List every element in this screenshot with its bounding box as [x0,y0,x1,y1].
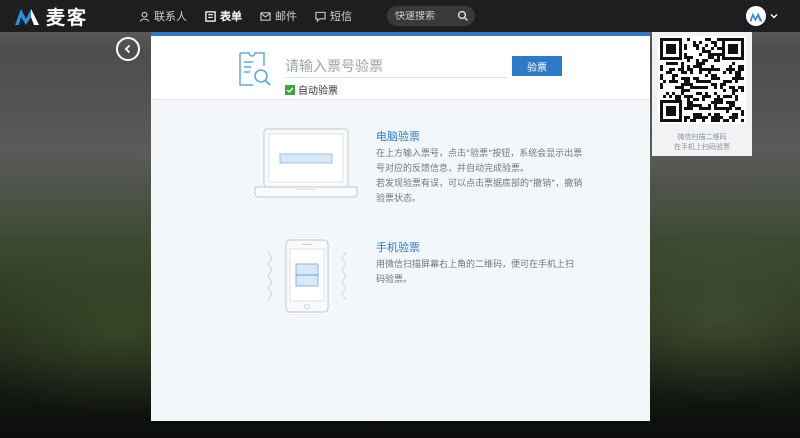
qr-code-card: 微信扫描二维码 在手机上扫码验票 [652,32,752,156]
form-icon [205,10,216,22]
chevron-left-icon [124,44,131,54]
check-icon [286,87,294,93]
qr-caption-line: 在手机上扫码验票 [674,143,730,151]
pc-verify-line: 号对应的反馈信息，并自动完成验票。 [376,164,530,174]
pc-verify-title: 电脑验票 [376,130,420,143]
pc-verify-line: 验票状态。 [376,194,422,204]
top-navigation-bar: 麦客 联系人 表单 邮件 短信 快速搜索 [0,0,800,32]
nav-item-contacts[interactable]: 联系人 [130,0,196,32]
user-icon [139,11,150,22]
brand-logo[interactable]: 麦客 [14,3,114,30]
mobile-verify-line: 码验票。 [376,275,413,285]
laptop-icon [254,128,358,198]
ticket-number-input[interactable] [285,56,507,78]
avatar-logo-icon [749,12,763,21]
verify-header: 验票 自动验票 [151,36,650,100]
nav-item-mail[interactable]: 邮件 [251,0,306,32]
qr-caption-line: 微信扫描二维码 [677,133,727,141]
back-button[interactable] [116,37,140,61]
user-menu[interactable] [746,6,778,26]
mobile-verify-description: 用微信扫描屏幕右上角的二维码，便可在手机上扫 码验票。 [376,258,606,288]
nav-item-forms[interactable]: 表单 [196,0,251,32]
quick-search [387,6,475,26]
chevron-down-icon[interactable] [770,12,778,20]
pc-verify-line: 在上方输入票号，点击"验票"按钮，系统会显示出票 [376,149,583,159]
avatar[interactable] [746,6,766,26]
auto-verify-option[interactable]: 自动验票 [285,82,338,97]
pc-verify-line: 若发现验票有误，可以点击票据底部的"撤销"，撤销 [376,179,583,189]
mail-icon [260,11,271,21]
brand-name: 麦客 [46,6,89,29]
nav-item-sms[interactable]: 短信 [306,0,361,32]
nav-item-label: 短信 [330,10,352,23]
auto-verify-label: 自动验票 [298,86,338,97]
message-icon [315,11,326,22]
search-icon[interactable] [457,10,469,22]
mobile-verify-line: 用微信扫描屏幕右上角的二维码，便可在手机上扫 [376,260,575,270]
ticket-verify-panel: 验票 自动验票 电脑验票 在上方输入票号，点击"验票"按钮，系统会显示出票 号对… [151,32,650,421]
nav-item-label: 邮件 [275,10,297,23]
search-input[interactable] [395,10,451,22]
logo-mark-icon [15,9,39,25]
main-nav: 联系人 表单 邮件 短信 [130,0,361,32]
nav-item-label: 表单 [220,10,242,23]
auto-verify-checkbox[interactable] [285,84,295,95]
mobile-verify-title: 手机验票 [376,241,420,254]
ticket-search-icon [239,52,271,86]
phone-scan-icon [267,239,347,313]
verify-button[interactable]: 验票 [512,56,562,76]
nav-item-label: 联系人 [154,10,187,23]
qr-code-image [658,36,746,124]
pc-verify-description: 在上方输入票号，点击"验票"按钮，系统会显示出票 号对应的反馈信息，并自动完成验… [376,147,606,207]
